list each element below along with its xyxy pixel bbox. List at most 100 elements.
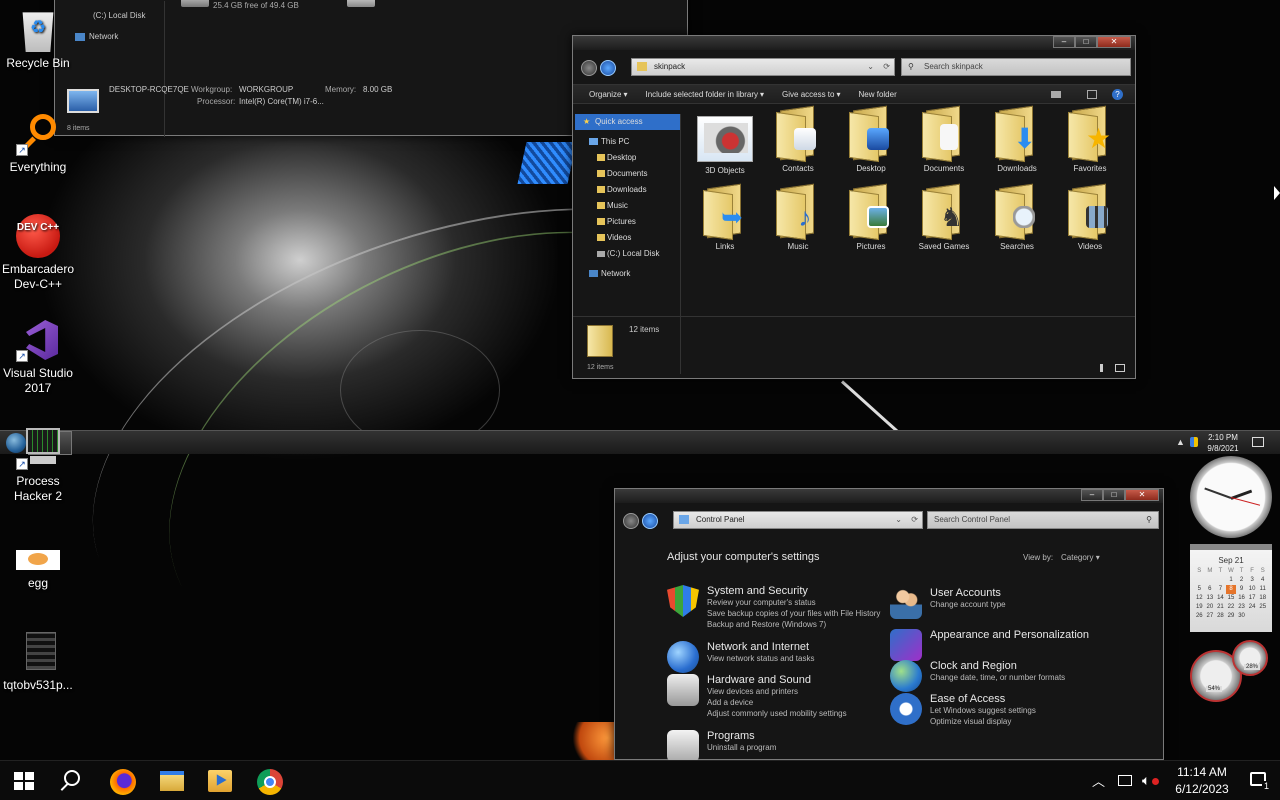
calendar-day[interactable]: 2 bbox=[1236, 576, 1247, 585]
clock-date[interactable]: 6/12/2023 bbox=[1166, 782, 1238, 796]
category-link[interactable]: Review your computer's status bbox=[707, 597, 880, 608]
calendar-day[interactable]: 25 bbox=[1257, 603, 1268, 612]
minimize-button[interactable]: – bbox=[1053, 36, 1075, 48]
explorer-titlebar[interactable] bbox=[573, 36, 1135, 50]
calendar-gadget[interactable]: Sep 21 S M T W T F S 1 2 3 4 5 6 7 8 9 10 11 12 13 14 15 16 17 1… bbox=[1190, 544, 1272, 632]
file-explorer-icon[interactable] bbox=[160, 771, 184, 791]
calendar-day[interactable]: 24 bbox=[1247, 603, 1258, 612]
calendar-day[interactable]: 17 bbox=[1247, 594, 1258, 603]
tray-expand-icon[interactable]: ▲ bbox=[1176, 437, 1185, 447]
calendar-day[interactable]: 16 bbox=[1236, 594, 1247, 603]
forward-arrow-icon[interactable] bbox=[642, 513, 658, 529]
new-folder-button[interactable]: New folder bbox=[859, 90, 897, 99]
maximize-button[interactable]: □ bbox=[1103, 489, 1125, 501]
calendar-day[interactable]: 15 bbox=[1226, 594, 1237, 603]
folder-item[interactable]: Documents bbox=[909, 105, 979, 173]
search-icon[interactable] bbox=[60, 770, 82, 792]
volume-muted-icon[interactable]: 🔈︎ bbox=[1142, 772, 1159, 789]
calendar-day[interactable]: 28 bbox=[1215, 612, 1226, 621]
refresh-icon[interactable]: ⟳ bbox=[911, 512, 918, 528]
category-title[interactable]: Network and Internet bbox=[707, 641, 814, 653]
include-in-library-menu[interactable]: Include selected folder in library bbox=[645, 90, 758, 99]
back-arrow-icon[interactable] bbox=[623, 513, 639, 529]
category-link[interactable]: Add a device bbox=[707, 697, 847, 708]
calendar-day[interactable]: 13 bbox=[1205, 594, 1216, 603]
category-link[interactable]: Adjust commonly used mobility settings bbox=[707, 708, 847, 719]
category-link[interactable]: View devices and printers bbox=[707, 686, 847, 697]
minimize-button[interactable]: – bbox=[1081, 489, 1103, 501]
category-link[interactable]: Change account type bbox=[930, 599, 1006, 610]
calendar-day[interactable]: 23 bbox=[1236, 603, 1247, 612]
calendar-day[interactable]: 27 bbox=[1205, 612, 1216, 621]
category-link[interactable]: Let Windows suggest settings bbox=[930, 705, 1036, 716]
windows-start-icon[interactable] bbox=[14, 772, 34, 790]
back-arrow-icon[interactable] bbox=[581, 60, 597, 76]
maximize-button[interactable]: □ bbox=[1075, 36, 1097, 48]
category-link[interactable]: Uninstall a program bbox=[707, 742, 776, 753]
chrome-icon[interactable] bbox=[257, 769, 283, 795]
desktop-icon-everything[interactable]: ↗ Everything bbox=[0, 112, 76, 175]
calendar-day[interactable]: 19 bbox=[1194, 603, 1205, 612]
calendar-day[interactable] bbox=[1205, 576, 1216, 585]
bg-nav-local-disk[interactable]: (C:) Local Disk bbox=[93, 11, 145, 20]
desktop-icon-recycle-bin[interactable]: ♻ Recycle Bin bbox=[0, 8, 76, 71]
address-bar[interactable]: Control Panel ⟳ ⌄ bbox=[673, 511, 923, 529]
folder-item[interactable]: Searches bbox=[982, 183, 1052, 251]
nav-documents[interactable]: Documents bbox=[575, 166, 680, 182]
nav-music[interactable]: Music bbox=[575, 198, 680, 214]
close-button[interactable]: ✕ bbox=[1125, 489, 1159, 501]
notification-icon[interactable] bbox=[1252, 437, 1264, 447]
nav-pictures[interactable]: Pictures bbox=[575, 214, 680, 230]
category-link[interactable]: Optimize visual display bbox=[930, 716, 1036, 727]
calendar-day[interactable]: 1 bbox=[1226, 576, 1237, 585]
folder-item[interactable]: 3D Objects bbox=[690, 116, 760, 175]
nav-this-pc[interactable]: This PC bbox=[575, 134, 680, 150]
folder-item[interactable]: ★ Favorites bbox=[1055, 105, 1125, 173]
media-player-icon[interactable] bbox=[208, 770, 232, 792]
calendar-day[interactable] bbox=[1257, 612, 1268, 621]
nav-quick-access[interactable]: ★ Quick access bbox=[575, 114, 680, 130]
refresh-icon[interactable]: ⟳ bbox=[883, 59, 890, 75]
category-title[interactable]: Clock and Region bbox=[930, 660, 1065, 672]
calendar-day[interactable]: 5 bbox=[1194, 585, 1205, 594]
folder-item[interactable]: ⬇ Downloads bbox=[982, 105, 1052, 173]
network-status-icon[interactable] bbox=[1118, 775, 1132, 786]
calendar-day[interactable]: 9 bbox=[1236, 585, 1247, 594]
category-link[interactable]: Change date, time, or number formats bbox=[930, 672, 1065, 683]
calendar-day[interactable]: 29 bbox=[1226, 612, 1237, 621]
calendar-day[interactable] bbox=[1215, 576, 1226, 585]
clock-time[interactable]: 11:14 AM bbox=[1166, 765, 1238, 779]
category-link[interactable]: View network status and tasks bbox=[707, 653, 814, 664]
calendar-day[interactable] bbox=[1194, 576, 1205, 585]
view-by-dropdown[interactable]: Category ▾ bbox=[1061, 553, 1100, 562]
cpu-meter-gadget[interactable]: 54% 28% bbox=[1190, 640, 1272, 702]
nested-clock-date[interactable]: 9/8/2021 bbox=[1204, 444, 1242, 453]
calendar-day[interactable]: 21 bbox=[1215, 603, 1226, 612]
folder-item[interactable]: ♞ Saved Games bbox=[909, 183, 979, 251]
category-title[interactable]: Ease of Access bbox=[930, 693, 1036, 705]
explorer-window-skinpack[interactable]: – □ ✕ skinpack ⟳ ⌄ ⚲ Search skinpack Org… bbox=[572, 35, 1136, 379]
calendar-day[interactable]: 11 bbox=[1257, 585, 1268, 594]
calendar-day[interactable]: 30 bbox=[1236, 612, 1247, 621]
desktop-icon-visual-studio[interactable]: ↗ Visual Studio 2017 bbox=[0, 318, 76, 396]
preview-pane-icon[interactable] bbox=[1087, 90, 1097, 99]
details-view-icon[interactable] bbox=[1100, 364, 1103, 372]
view-options-icon[interactable] bbox=[1051, 91, 1061, 98]
nav-desktop[interactable]: Desktop bbox=[575, 150, 680, 166]
folder-item[interactable]: ➥ Links bbox=[690, 183, 760, 251]
calendar-day[interactable]: 20 bbox=[1205, 603, 1216, 612]
chevron-down-icon[interactable]: ⌄ bbox=[895, 512, 902, 528]
desktop-icon-devcpp[interactable]: DEV C++ Embarcadero Dev-C++ bbox=[0, 214, 76, 292]
forward-arrow-icon[interactable] bbox=[600, 60, 616, 76]
calendar-day[interactable]: 6 bbox=[1205, 585, 1216, 594]
firefox-icon[interactable] bbox=[110, 769, 136, 795]
calendar-day[interactable]: 14 bbox=[1215, 594, 1226, 603]
category-title[interactable]: Appearance and Personalization bbox=[930, 629, 1089, 641]
search-input[interactable]: Search Control Panel ⚲ bbox=[927, 511, 1159, 529]
category-title[interactable]: System and Security bbox=[707, 585, 880, 597]
bg-nav-network[interactable]: Network bbox=[89, 32, 118, 41]
address-bar[interactable]: skinpack ⟳ ⌄ bbox=[631, 58, 895, 76]
organize-menu[interactable]: Organize bbox=[589, 90, 621, 99]
calendar-day[interactable]: 4 bbox=[1257, 576, 1268, 585]
help-icon[interactable]: ? bbox=[1112, 89, 1123, 100]
